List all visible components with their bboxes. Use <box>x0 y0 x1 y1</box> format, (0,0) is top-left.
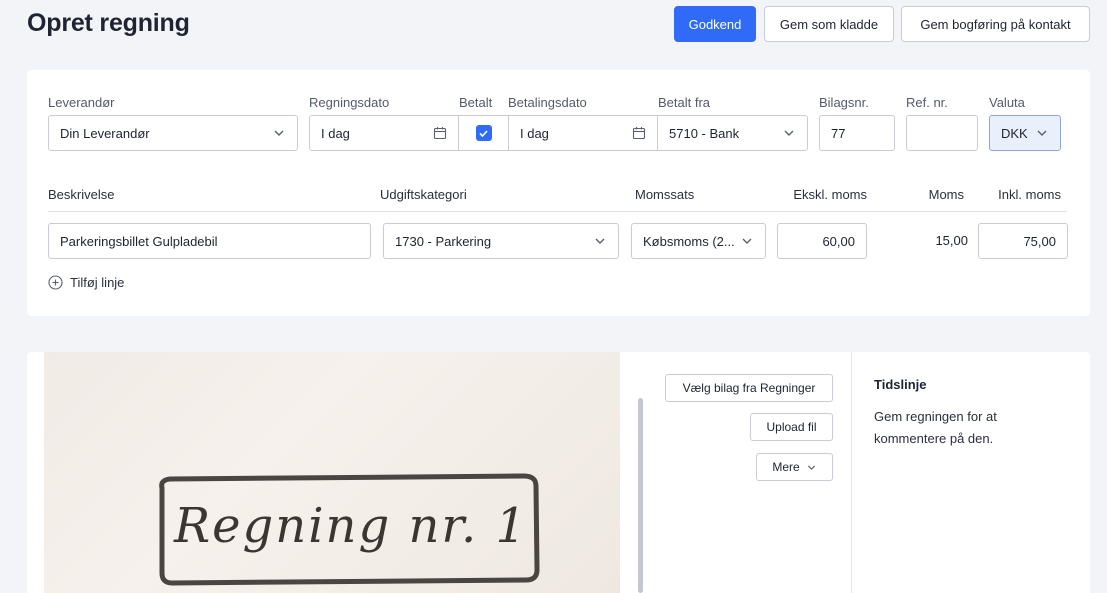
choose-voucher-button[interactable]: Vælg bilag fra Regninger <box>665 374 833 402</box>
more-label: Mere <box>772 460 800 474</box>
timeline-title: Tidslinje <box>874 377 927 392</box>
chevron-down-icon <box>742 238 752 244</box>
currency-select[interactable]: DKK <box>989 115 1061 151</box>
supplier-value: Din Leverandør <box>60 125 150 141</box>
incl-vat-header: Inkl. moms <box>998 187 1061 202</box>
description-header: Beskrivelse <box>48 187 115 202</box>
add-line-button[interactable]: Tilføj linje <box>48 275 124 290</box>
paid-from-value: 5710 - Bank <box>669 125 740 141</box>
voucher-no-input[interactable] <box>819 115 895 151</box>
invoice-date-value: I dag <box>321 125 350 141</box>
chevron-down-icon <box>595 238 605 244</box>
save-draft-button[interactable]: Gem som kladde <box>764 6 894 42</box>
bill-image: Regning nr. 1 <box>44 352 620 593</box>
voucher-no-label: Bilagsnr. <box>819 95 869 110</box>
upload-file-button[interactable]: Upload fil <box>750 413 833 441</box>
line-description-text[interactable] <box>60 233 359 249</box>
chevron-down-icon <box>784 130 794 136</box>
line-excl-vat-input[interactable] <box>777 223 867 259</box>
paid-from-select[interactable]: 5710 - Bank <box>657 115 808 151</box>
voucher-no-text[interactable] <box>831 125 883 141</box>
line-vat-rate-value: Købsmoms (2... <box>643 233 735 249</box>
bill-image-drawing <box>159 473 540 586</box>
invoice-date-label: Regningsdato <box>309 95 390 110</box>
currency-label: Valuta <box>989 95 1025 110</box>
ref-no-label: Ref. nr. <box>906 95 948 110</box>
line-category-select[interactable]: 1730 - Parkering <box>383 223 619 259</box>
invoice-date-field[interactable]: I dag <box>309 115 459 151</box>
line-vat-value: 15,00 <box>935 233 968 248</box>
timeline-line-1: Gem regningen for at <box>874 409 997 424</box>
line-vat-rate-select[interactable]: Købsmoms (2... <box>631 223 766 259</box>
paid-label: Betalt <box>459 95 493 110</box>
chevron-down-icon <box>1037 130 1047 136</box>
payment-date-value: I dag <box>520 125 549 141</box>
ref-no-text[interactable] <box>918 125 966 141</box>
line-incl-vat-input[interactable] <box>978 223 1068 259</box>
ref-no-input[interactable] <box>906 115 978 151</box>
line-excl-vat-text[interactable] <box>789 233 855 249</box>
calendar-icon[interactable] <box>433 126 447 140</box>
checkmark-icon <box>479 129 488 137</box>
plus-circle-icon <box>48 275 63 290</box>
timeline-line-2: kommentere på den. <box>874 431 994 446</box>
save-booking-button[interactable]: Gem bogføring på kontakt <box>901 6 1090 42</box>
chevron-down-icon <box>274 130 284 136</box>
category-header: Udgiftskategori <box>380 187 467 202</box>
vat-header: Moms <box>928 187 964 202</box>
line-incl-vat-text[interactable] <box>990 233 1056 249</box>
supplier-label: Leverandør <box>48 95 115 110</box>
page-title: Opret regning <box>27 9 190 37</box>
payment-date-label: Betalingsdato <box>508 95 587 110</box>
add-line-label: Tilføj linje <box>70 275 125 290</box>
timeline-divider <box>851 352 852 593</box>
paid-checkbox-cell <box>458 115 509 151</box>
excl-vat-header: Ekskl. moms <box>793 187 867 202</box>
paid-checkbox[interactable] <box>475 125 492 141</box>
header-divider <box>48 211 1067 212</box>
vat-rate-header: Momssats <box>635 187 695 202</box>
calendar-icon[interactable] <box>632 126 646 140</box>
scrollbar[interactable] <box>638 398 643 593</box>
currency-value: DKK <box>1001 125 1028 141</box>
line-description-input[interactable] <box>48 223 371 259</box>
more-button[interactable]: Mere <box>756 453 833 481</box>
supplier-select[interactable]: Din Leverandør <box>48 115 298 151</box>
approve-button[interactable]: Godkend <box>674 6 756 42</box>
payment-date-field[interactable]: I dag <box>508 115 658 151</box>
chevron-down-icon <box>807 465 815 470</box>
paid-from-label: Betalt fra <box>658 95 711 110</box>
line-category-value: 1730 - Parkering <box>395 233 492 249</box>
bill-image-text: Regning nr. 1 <box>174 498 529 554</box>
